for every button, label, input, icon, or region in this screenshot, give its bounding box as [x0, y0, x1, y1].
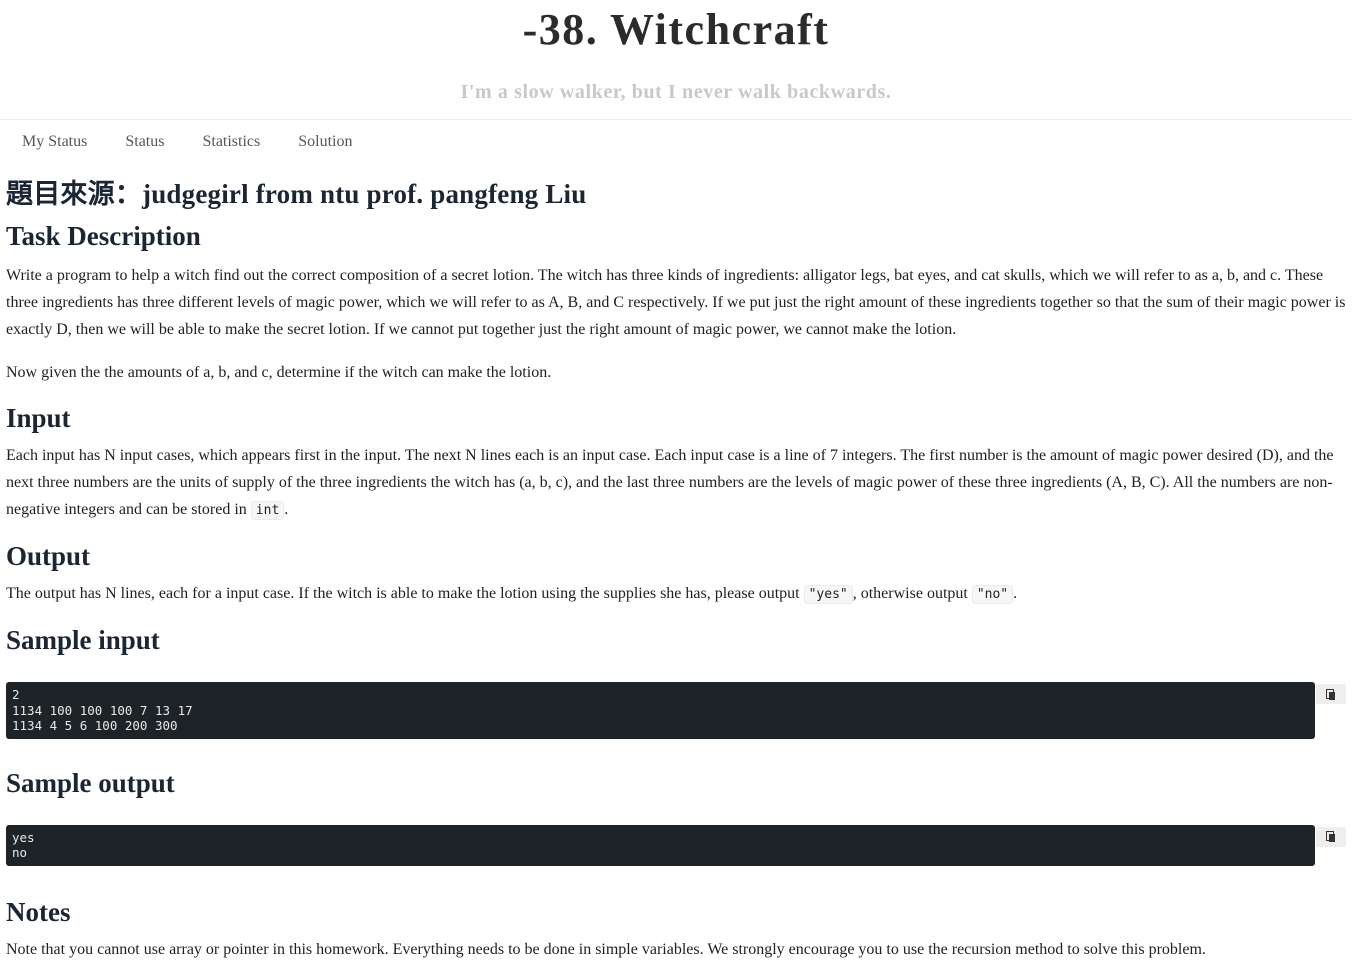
output-text: The output has — [6, 585, 106, 602]
var-a: a — [1211, 267, 1219, 284]
output-text: . — [1013, 585, 1018, 602]
inline-code-no: "no" — [971, 585, 1014, 604]
input-heading: Input — [6, 403, 71, 433]
nav-statistics[interactable]: Statistics — [188, 120, 274, 164]
sample-input-heading: Sample input — [6, 625, 160, 655]
nav-my-status[interactable]: My Status — [8, 120, 101, 164]
sample-output-heading: Sample output — [6, 767, 175, 798]
var-D: (D) — [1256, 447, 1279, 464]
problem-nav: My Status Status Statistics Solution — [0, 120, 1352, 164]
var-b: b — [1226, 267, 1235, 284]
inline-code-yes: "yes" — [803, 585, 853, 604]
task-text: , determine if the witch can make the lo… — [268, 364, 552, 381]
copy-sample-output-button[interactable] — [1316, 826, 1346, 847]
var-C: C — [613, 294, 624, 311]
source-heading: 題目來源：judgegirl from ntu prof. pangfeng L… — [6, 179, 587, 209]
copy-icon — [1326, 688, 1336, 700]
output-text: , otherwise output — [852, 585, 972, 602]
var-N: N — [105, 585, 117, 602]
number-seven: 7 — [829, 447, 838, 464]
output-text: lines, each for a input case. If the wit… — [116, 585, 804, 602]
task-text: , and — [1234, 267, 1271, 284]
task-paragraph-1: Write a program to help a witch find out… — [6, 262, 1346, 343]
task-text: Now given the the amounts of — [6, 364, 204, 381]
notes-paragraph: Note that you cannot use array or pointe… — [6, 940, 1206, 958]
var-ABC: (A, B, C) — [1106, 474, 1166, 491]
input-text: lines each is an input case. Each input … — [476, 447, 830, 464]
task-text: Write a program to help a witch find out… — [6, 267, 1212, 284]
sample-input-block: 2 1134 100 100 100 7 13 17 1134 4 5 6 10… — [6, 682, 1346, 739]
sample-output-code[interactable]: yes no — [6, 824, 1315, 866]
output-heading: Output — [6, 541, 91, 571]
task-text: , and — [226, 364, 262, 381]
task-paragraph-2: Now given the the amounts of a, b, and c… — [6, 359, 1346, 386]
site-subtitle: I'm a slow walker, but I never walk back… — [460, 81, 892, 103]
sample-output-block: yes no — [6, 824, 1346, 866]
task-text: , then we will be able to make the secre… — [67, 321, 957, 338]
problem-content: 題目來源：judgegirl from ntu prof. pangfeng L… — [0, 174, 1352, 963]
task-text: , — [559, 294, 568, 311]
site-header: -38. Witchcraft I'm a slow walker, but I… — [0, 0, 1352, 120]
copy-sample-input-button[interactable] — [1316, 684, 1346, 704]
var-B: B — [567, 294, 579, 311]
var-A: A — [547, 294, 560, 311]
input-text: integers. The first number is the amount… — [837, 447, 1257, 464]
var-N: N — [104, 447, 116, 464]
notes-heading: Notes — [6, 896, 71, 927]
input-text: Each input has — [6, 447, 105, 464]
input-paragraph: Each input has N input cases, which appe… — [6, 442, 1346, 524]
copy-icon — [1326, 831, 1336, 842]
input-text: , and the last three numbers are the lev… — [568, 474, 1107, 491]
var-D: D — [56, 321, 68, 338]
input-text: input cases, which appears first in the … — [115, 447, 466, 464]
output-paragraph: The output has N lines, each for a input… — [6, 580, 1346, 608]
nav-status[interactable]: Status — [111, 120, 178, 164]
nav-solution[interactable]: Solution — [284, 120, 366, 164]
sample-input-code[interactable]: 2 1134 100 100 100 7 13 17 1134 4 5 6 10… — [6, 682, 1315, 739]
page-title[interactable]: -38. Witchcraft — [0, 0, 1352, 56]
task-text: , and — [578, 294, 614, 311]
input-text: . — [284, 501, 289, 518]
var-c: c — [261, 364, 269, 381]
inline-code-int: int — [250, 501, 285, 520]
task-heading: Task Description — [6, 221, 201, 251]
var-N: N — [465, 447, 477, 464]
task-text: , — [1218, 267, 1227, 284]
var-abc: (a, b, c) — [519, 474, 569, 491]
